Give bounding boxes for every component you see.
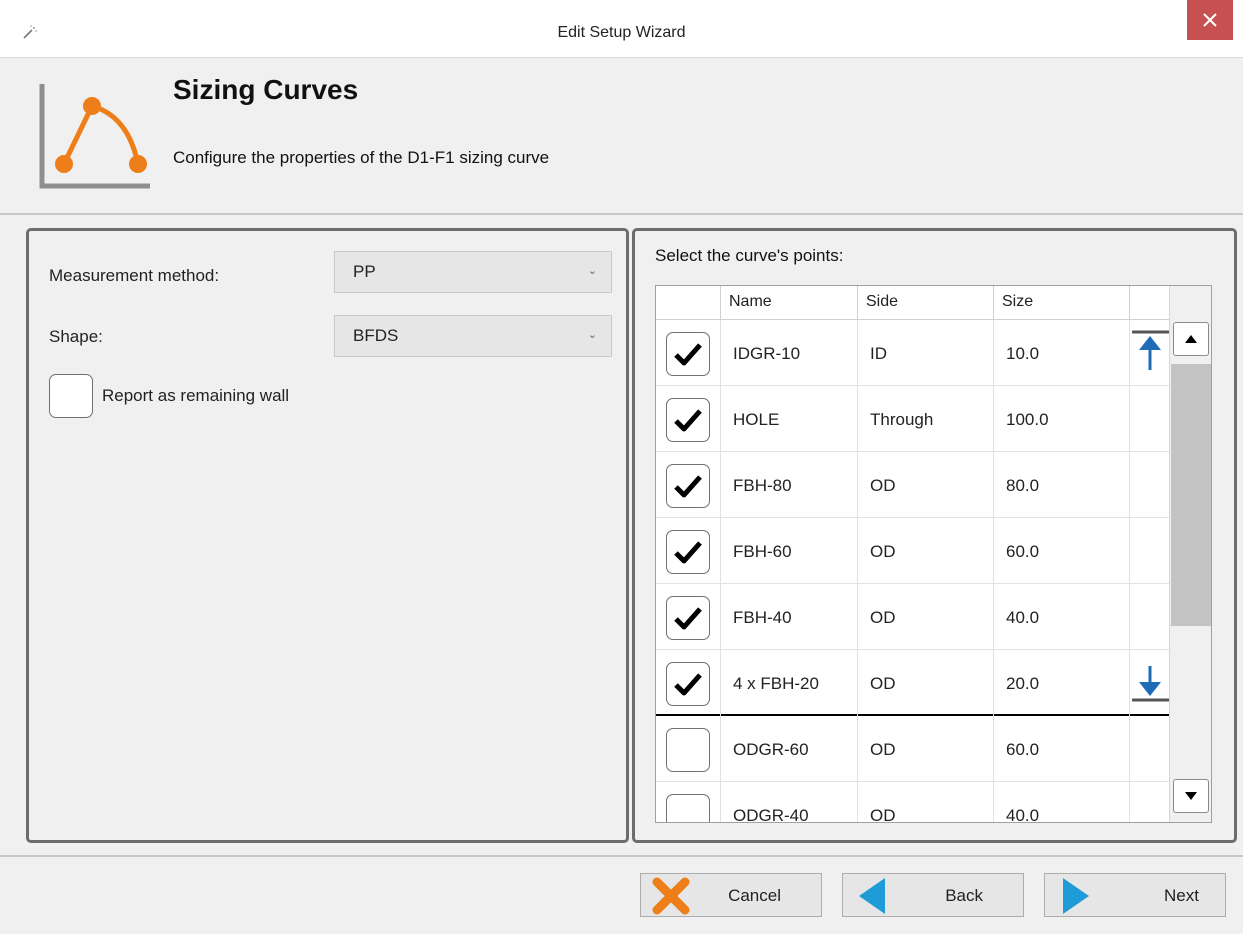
point-name: 4 x FBH-20 (720, 650, 857, 716)
point-name: FBH-60 (720, 518, 857, 584)
point-side: Through (857, 386, 993, 452)
grid-header: Name Side Size (656, 286, 1171, 320)
points-section-title: Select the curve's points: (655, 246, 844, 265)
points-grid: Name Side Size IDGR-10 ID 10.0 HOLE Through 1… (655, 285, 1212, 823)
title-bar: Edit Setup Wizard (0, 0, 1243, 58)
page-title: Sizing Curves (173, 74, 359, 105)
point-size: 80.0 (993, 452, 1129, 518)
chevron-down-icon: ⌄ (587, 329, 597, 341)
order-cell (1129, 650, 1171, 716)
table-row[interactable]: FBH-40 OD 40.0 (656, 584, 1171, 650)
table-row[interactable]: FBH-60 OD 60.0 (656, 518, 1171, 584)
point-side: OD (857, 452, 993, 518)
point-size: 20.0 (993, 650, 1129, 716)
point-checkbox[interactable] (666, 398, 710, 442)
scroll-down-button[interactable] (1173, 779, 1209, 813)
point-checkbox[interactable] (666, 332, 710, 376)
scrollbar-thumb[interactable] (1171, 364, 1211, 626)
shape-label: Shape: (49, 327, 103, 346)
point-checkbox[interactable] (666, 794, 710, 822)
point-checkbox[interactable] (666, 596, 710, 640)
point-side: OD (857, 650, 993, 716)
order-cell (1129, 386, 1171, 452)
point-checkbox[interactable] (666, 728, 710, 772)
point-size: 60.0 (993, 716, 1129, 782)
order-cell (1129, 782, 1171, 822)
arrow-left-icon (859, 878, 885, 914)
checkmark-icon (674, 673, 702, 696)
measurement-method-label: Measurement method: (49, 266, 220, 285)
point-name: FBH-80 (720, 452, 857, 518)
table-row[interactable]: FBH-80 OD 80.0 (656, 452, 1171, 518)
checkmark-icon (674, 607, 702, 630)
wizard-header: Sizing Curves Configure the properties o… (0, 58, 1243, 215)
page-subtitle: Configure the properties of the D1-F1 si… (173, 148, 550, 167)
point-checkbox[interactable] (666, 530, 710, 574)
back-button[interactable]: Back (842, 873, 1024, 917)
point-checkbox[interactable] (666, 464, 710, 508)
triangle-down-icon (1185, 792, 1197, 800)
point-size: 40.0 (993, 782, 1129, 822)
remaining-wall-checkbox[interactable] (49, 374, 93, 418)
checkmark-icon (674, 343, 702, 366)
point-name: ODGR-60 (720, 716, 857, 782)
window-title: Edit Setup Wizard (557, 24, 686, 41)
table-row[interactable]: ODGR-60 OD 60.0 (656, 716, 1171, 782)
point-name: HOLE (720, 386, 857, 452)
measurement-method-select[interactable]: PP ⌄ (334, 251, 612, 293)
point-checkbox[interactable] (666, 662, 710, 706)
curve-points-panel: Select the curve's points: Name Side Siz… (632, 228, 1237, 843)
move-to-top-icon[interactable] (1130, 320, 1172, 386)
move-to-bottom-icon[interactable] (1130, 650, 1172, 716)
column-header-order (1129, 286, 1171, 320)
back-label: Back (945, 886, 983, 905)
vertical-scrollbar[interactable] (1169, 286, 1211, 822)
order-cell (1129, 716, 1171, 782)
cancel-label: Cancel (728, 886, 781, 905)
point-name: FBH-40 (720, 584, 857, 650)
order-cell (1129, 584, 1171, 650)
table-row[interactable]: HOLE Through 100.0 (656, 386, 1171, 452)
shape-value: BFDS (353, 326, 399, 345)
next-label: Next (1164, 886, 1199, 905)
curve-settings-panel: Measurement method: PP ⌄ Shape: BFDS ⌄ R… (26, 228, 629, 843)
table-row[interactable]: IDGR-10 ID 10.0 (656, 320, 1171, 386)
scroll-up-button[interactable] (1173, 322, 1209, 356)
next-button[interactable]: Next (1044, 873, 1226, 917)
point-side: OD (857, 518, 993, 584)
triangle-up-icon (1185, 335, 1197, 343)
point-name: ODGR-40 (720, 782, 857, 822)
order-cell (1129, 320, 1171, 386)
shape-select[interactable]: BFDS ⌄ (334, 315, 612, 357)
point-size: 60.0 (993, 518, 1129, 584)
order-cell (1129, 518, 1171, 584)
point-name: IDGR-10 (720, 320, 857, 386)
table-row[interactable]: 4 x FBH-20 OD 20.0 (656, 650, 1171, 716)
close-icon (1203, 13, 1217, 27)
point-size: 10.0 (993, 320, 1129, 386)
checkmark-icon (674, 541, 702, 564)
cancel-x-icon (652, 877, 690, 915)
column-header-name[interactable]: Name (720, 286, 857, 320)
point-size: 40.0 (993, 584, 1129, 650)
column-header-side[interactable]: Side (857, 286, 993, 320)
sizing-curve-icon (39, 84, 150, 189)
point-side: OD (857, 584, 993, 650)
order-cell (1129, 452, 1171, 518)
arrow-right-icon (1063, 878, 1089, 914)
close-button[interactable] (1187, 0, 1233, 40)
table-row[interactable]: ODGR-40 OD 40.0 (656, 782, 1171, 822)
checkmark-icon (674, 409, 702, 432)
chevron-down-icon: ⌄ (587, 265, 597, 277)
point-side: OD (857, 782, 993, 822)
remaining-wall-label: Report as remaining wall (102, 386, 290, 405)
point-size: 100.0 (993, 386, 1129, 452)
point-side: OD (857, 716, 993, 782)
column-header-size[interactable]: Size (993, 286, 1129, 320)
checkmark-icon (674, 475, 702, 498)
footer-divider (0, 855, 1243, 857)
cancel-button[interactable]: Cancel (640, 873, 822, 917)
measurement-method-value: PP (353, 262, 376, 281)
point-side: ID (857, 320, 993, 386)
